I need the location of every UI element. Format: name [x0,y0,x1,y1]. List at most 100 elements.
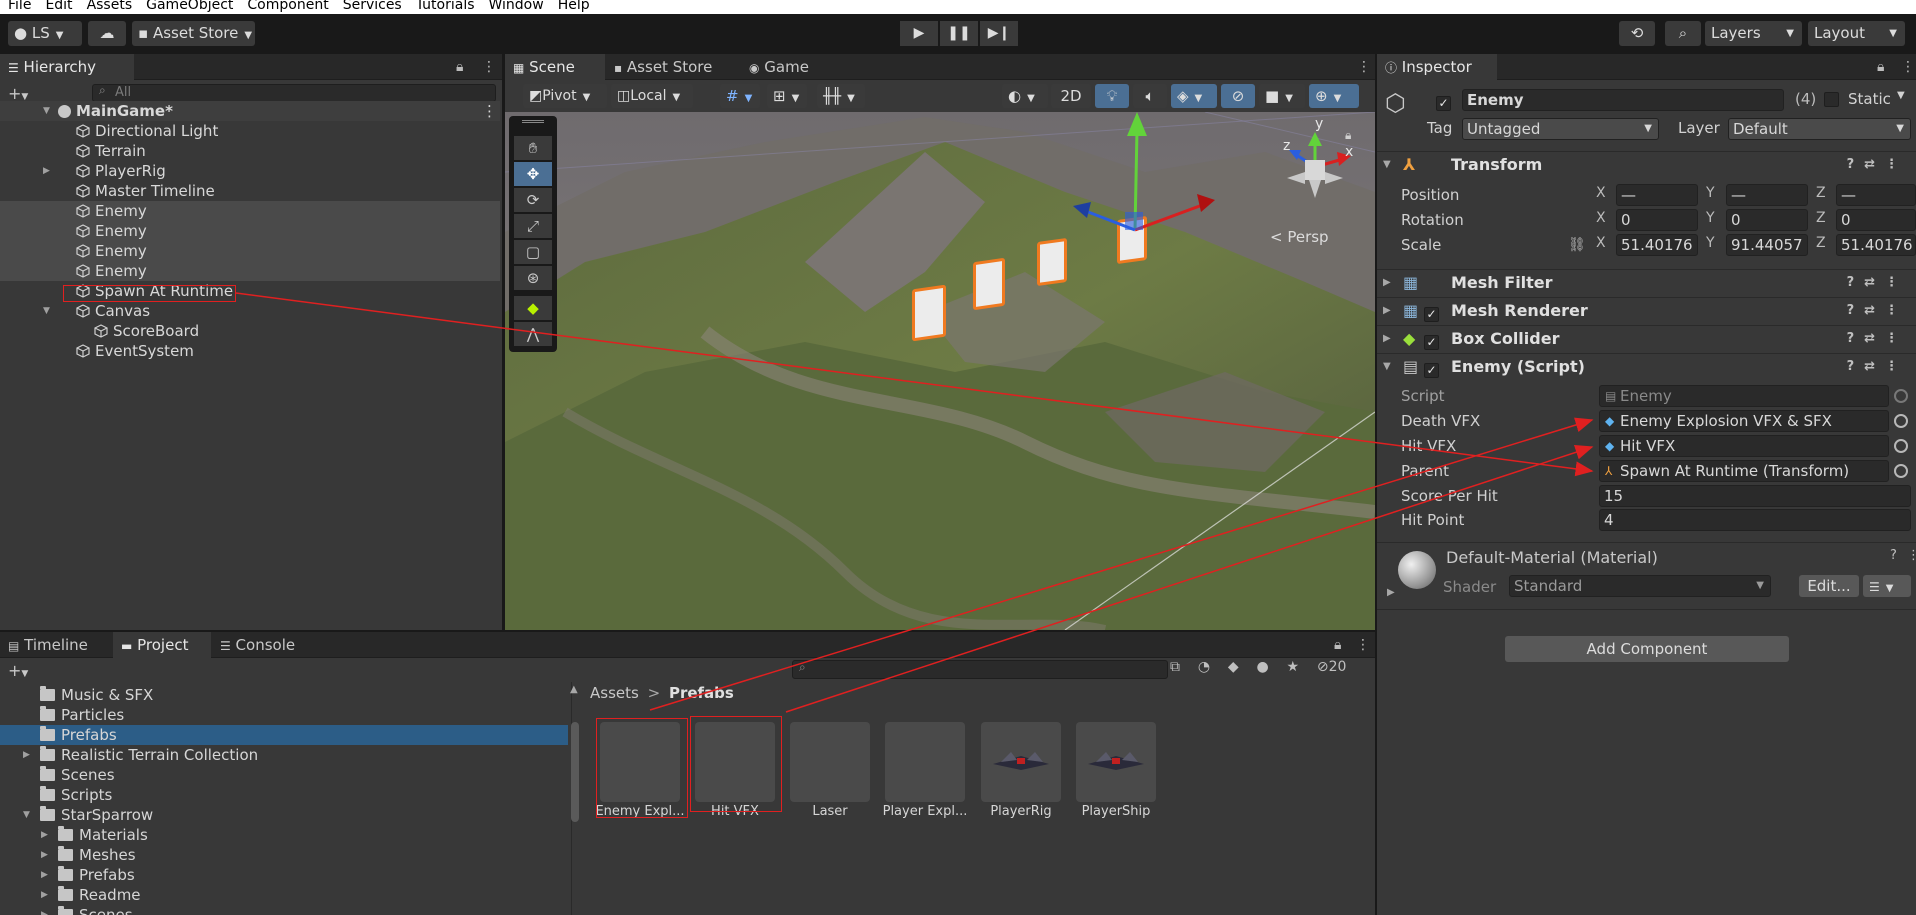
score-per-hit-field[interactable]: 15 [1599,485,1911,507]
hierarchy-item[interactable]: Enemy [0,221,500,241]
breadcrumb-assets[interactable]: Assets [590,684,639,702]
search-window-icon[interactable]: ⧉ [1170,659,1180,675]
tab-timeline[interactable]: ▤ Timeline [0,632,112,658]
fold-open-icon[interactable]: ▼ [43,301,53,321]
transform-tool[interactable]: ⊛ [514,266,552,290]
asset-thumbnail[interactable] [790,722,870,802]
lock-icon[interactable]: 🔒︎ [456,54,463,80]
gameobject-cube-icon[interactable]: ⬡ [1385,88,1415,118]
create-button[interactable]: +▼ [8,661,28,680]
increment-snap-button[interactable]: ⊞ ▼ [767,84,807,108]
grid-snap-button[interactable]: # ▼ [720,84,760,108]
hierarchy-item[interactable]: ▶ PlayerRig [0,161,500,181]
scroll-up-icon[interactable]: ▲ [570,684,578,695]
fold-closed-icon[interactable]: ▶ [1383,270,1391,296]
enemy-cube-3[interactable] [1037,237,1067,287]
folder-item[interactable]: Music & SFX [0,685,568,705]
x-axis-label[interactable]: X [1596,185,1606,201]
audio-toggle[interactable]: 🔈︎ [1133,84,1167,108]
toggle-2d-button[interactable]: 2D [1051,84,1091,108]
folder-item[interactable]: ▶ Realistic Terrain Collection [0,745,568,765]
favorite-star-icon[interactable]: ★ [1286,659,1299,675]
menu-services[interactable]: Services [343,0,402,12]
tag-dropdown[interactable]: Untagged ▼ [1462,118,1659,140]
camera-settings-button[interactable]: ■ ▼ [1259,84,1305,108]
static-checkbox[interactable] [1824,91,1847,109]
menu-help[interactable]: Help [558,0,590,12]
tab-project[interactable]: ▬ Project [113,632,211,658]
object-picker-icon[interactable] [1894,439,1908,453]
chevron-down-icon[interactable]: ▼ [1897,90,1905,101]
hierarchy-item[interactable]: Enemy [0,201,500,221]
active-checkbox[interactable]: ✓ [1436,91,1459,111]
tab-hierarchy[interactable]: ☰ Hierarchy [0,54,134,80]
fold-open-icon[interactable]: ▼ [1383,152,1391,178]
drag-handle-icon[interactable] [522,120,544,123]
z-axis-label[interactable]: Z [1816,185,1826,201]
tab-scene[interactable]: ▦ Scene [505,54,605,80]
enemy-script-checkbox[interactable]: ✓ [1424,354,1447,380]
x-axis-label[interactable]: X [1596,235,1606,251]
death-vfx-field[interactable]: ◆ Enemy Explosion VFX & SFX [1599,410,1889,432]
mesh-filter-header[interactable]: ▶ ▦ Mesh Filter ?⇄⋮ [1377,269,1916,295]
material-sphere-icon[interactable] [1398,551,1436,589]
component-header-icons[interactable]: ?⇄⋮ [1847,298,1908,324]
fold-closed-icon[interactable]: ▶ [1383,326,1391,352]
mesh-renderer-header[interactable]: ▶ ▦ ✓ Mesh Renderer ?⇄⋮ [1377,297,1916,323]
fold-closed-icon[interactable]: ▶ [1387,587,1395,598]
folder-item[interactable]: Prefabs [0,725,568,745]
menu-gameobject[interactable]: GameObject [146,0,233,12]
help-icon[interactable]: ? [1890,548,1897,563]
position-y-field[interactable]: — [1726,184,1808,206]
layer-dropdown[interactable]: Default ▼ [1728,118,1911,140]
asset-thumbnail[interactable] [1076,722,1156,802]
y-axis-label[interactable]: Y [1706,185,1715,201]
fold-closed-icon[interactable]: ▶ [41,905,51,915]
folder-tree-scrollbar[interactable] [571,722,579,822]
fold-closed-icon[interactable]: ▶ [41,825,51,845]
path-tool[interactable]: ⋀ [514,322,552,346]
hierarchy-search-input[interactable]: ⌕ All [92,83,496,102]
fold-closed-icon[interactable]: ▶ [43,161,53,181]
component-header-icons[interactable]: ?⇄⋮ [1847,270,1908,296]
kebab-menu-icon[interactable]: ⋮ [482,101,497,121]
rotate-tool[interactable]: ⟳ [514,188,552,212]
box-collider-header[interactable]: ▶ ◆ ✓ Box Collider ?⇄⋮ [1377,325,1916,351]
menu-file[interactable]: File [8,0,31,12]
folder-item[interactable]: ▼ StarSparrow [0,805,568,825]
kebab-menu-icon[interactable]: ⋮ [1907,548,1916,563]
rotation-y-field[interactable]: 0 [1726,209,1808,231]
persp-label[interactable]: < Persp [1270,228,1329,246]
kebab-menu-icon[interactable]: ⋮ [1356,632,1370,658]
custom-tool[interactable]: ◆ [514,296,552,320]
component-header-icons[interactable]: ?⇄⋮ [1847,354,1908,380]
menu-edit[interactable]: Edit [45,0,72,12]
x-axis-label[interactable]: X [1596,210,1606,226]
scale-z-field[interactable]: 51.40176 [1836,234,1916,256]
ruler-button[interactable]: ╫╫ ▼ [817,84,865,108]
position-z-field[interactable]: — [1836,184,1916,206]
link-constrain-icon[interactable]: ⛓ [1568,233,1586,257]
z-axis-label[interactable]: Z [1816,210,1826,226]
layers-dropdown[interactable]: Layers ▼ [1705,21,1802,46]
scene-row[interactable]: ▼ MainGame* ⋮ [0,101,500,121]
play-button[interactable]: ▶ [900,21,938,46]
cloud-button[interactable]: ☁ [88,21,126,46]
hierarchy-item[interactable]: Enemy [0,241,500,261]
asset-thumbnail[interactable] [885,722,965,802]
scene-viewport[interactable]: y x z 🔒︎ < Persp ✋︎ ✥ ⟳ ⤢ ▢ ⊛ ◆ ⋀ [505,112,1375,630]
local-dropdown[interactable]: ◫Local ▼ [611,84,693,108]
hidden-objects-toggle[interactable]: ⊘ [1221,84,1255,108]
effects-toggle[interactable]: ◈ ▼ [1171,84,1217,108]
move-gizmo[interactable] [1065,112,1245,292]
add-component-button[interactable]: Add Component [1505,636,1789,662]
gizmos-button[interactable]: ⊕ ▼ [1309,84,1359,108]
lock-icon[interactable]: 🔒︎ [1345,128,1351,143]
rect-tool[interactable]: ▢ [514,240,552,264]
fold-closed-icon[interactable]: ▶ [1383,298,1391,324]
hierarchy-item[interactable]: Spawn At Runtime [0,281,500,301]
y-axis-label[interactable]: Y [1706,235,1715,251]
asset-thumbnail[interactable] [695,722,775,802]
shader-dropdown[interactable]: Standard ▼ [1509,575,1771,597]
fold-closed-icon[interactable]: ▶ [41,885,51,905]
